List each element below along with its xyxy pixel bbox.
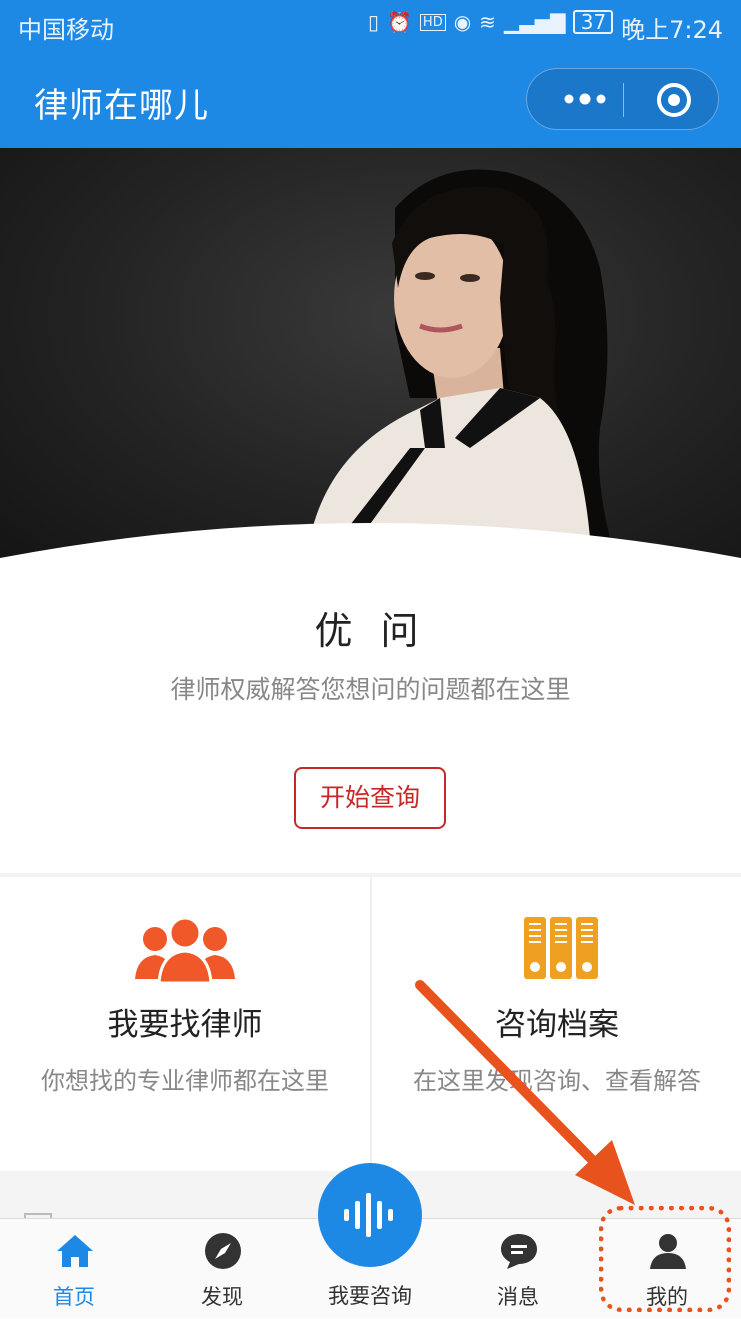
consult-voice-button[interactable] xyxy=(318,1163,422,1267)
hero-portrait-image xyxy=(310,169,610,538)
tab-home-label: 首页 xyxy=(53,1285,95,1309)
start-query-button[interactable]: 开始查询 xyxy=(294,767,446,829)
consult-archive-desc: 在这里发现咨询、查看解答 xyxy=(413,1067,701,1095)
compass-icon xyxy=(205,1233,241,1269)
card-subtitle: 律师权威解答您想问的问题都在这里 xyxy=(170,675,571,704)
capsule-divider xyxy=(623,83,624,117)
tab-messages-label: 消息 xyxy=(497,1285,539,1309)
mini-program-capsule xyxy=(526,68,719,130)
find-lawyer-title: 我要找律师 xyxy=(107,1007,263,1043)
message-icon xyxy=(501,1234,537,1269)
close-mini-program-icon[interactable] xyxy=(655,81,693,119)
tab-discover-label: 发现 xyxy=(201,1285,243,1309)
alarm-icon: ⏰ xyxy=(387,10,412,34)
voice-icon xyxy=(344,1193,393,1237)
vibrate-icon: ▯ xyxy=(368,10,380,34)
find-lawyer-card[interactable]: 我要找律师 你想找的专业律师都在这里 xyxy=(0,877,370,1171)
signal-4g-icon: ▁▃▅▇ xyxy=(503,10,566,34)
tab-home[interactable]: 首页 xyxy=(19,1219,129,1319)
status-icons: ▯ ⏰ HD ◉ ≋ ▁▃▅▇ 37 xyxy=(368,10,614,34)
lawyers-group-icon xyxy=(135,917,235,983)
annotation-highlight-box xyxy=(599,1206,731,1312)
title-bar: 律师在哪儿 xyxy=(0,50,741,148)
tab-messages[interactable]: 消息 xyxy=(463,1219,573,1319)
battery-icon: 37 xyxy=(573,10,614,34)
app-title: 律师在哪儿 xyxy=(34,86,209,126)
clock: 晚上7:24 xyxy=(621,16,723,44)
archive-binders-icon xyxy=(524,917,598,979)
wifi-icon: ≋ xyxy=(479,10,496,34)
home-icon xyxy=(57,1235,93,1267)
carrier-label: 中国移动 xyxy=(18,16,114,44)
hero-banner xyxy=(0,148,741,568)
consult-archive-card[interactable]: 咨询档案 在这里发现咨询、查看解答 xyxy=(372,877,741,1171)
tab-consult-label: 我要咨询 xyxy=(328,1284,412,1308)
more-options-icon[interactable] xyxy=(555,81,615,117)
tab-discover[interactable]: 发现 xyxy=(167,1219,277,1319)
card-title: 优 问 xyxy=(314,609,427,653)
eye-icon: ◉ xyxy=(453,10,472,34)
hd-icon: HD xyxy=(419,13,446,31)
status-bar: 中国移动 ▯ ⏰ HD ◉ ≋ ▁▃▅▇ 37 晚上7:24 xyxy=(0,0,741,50)
consult-archive-title: 咨询档案 xyxy=(495,1007,619,1043)
find-lawyer-desc: 你想找的专业律师都在这里 xyxy=(41,1067,329,1095)
